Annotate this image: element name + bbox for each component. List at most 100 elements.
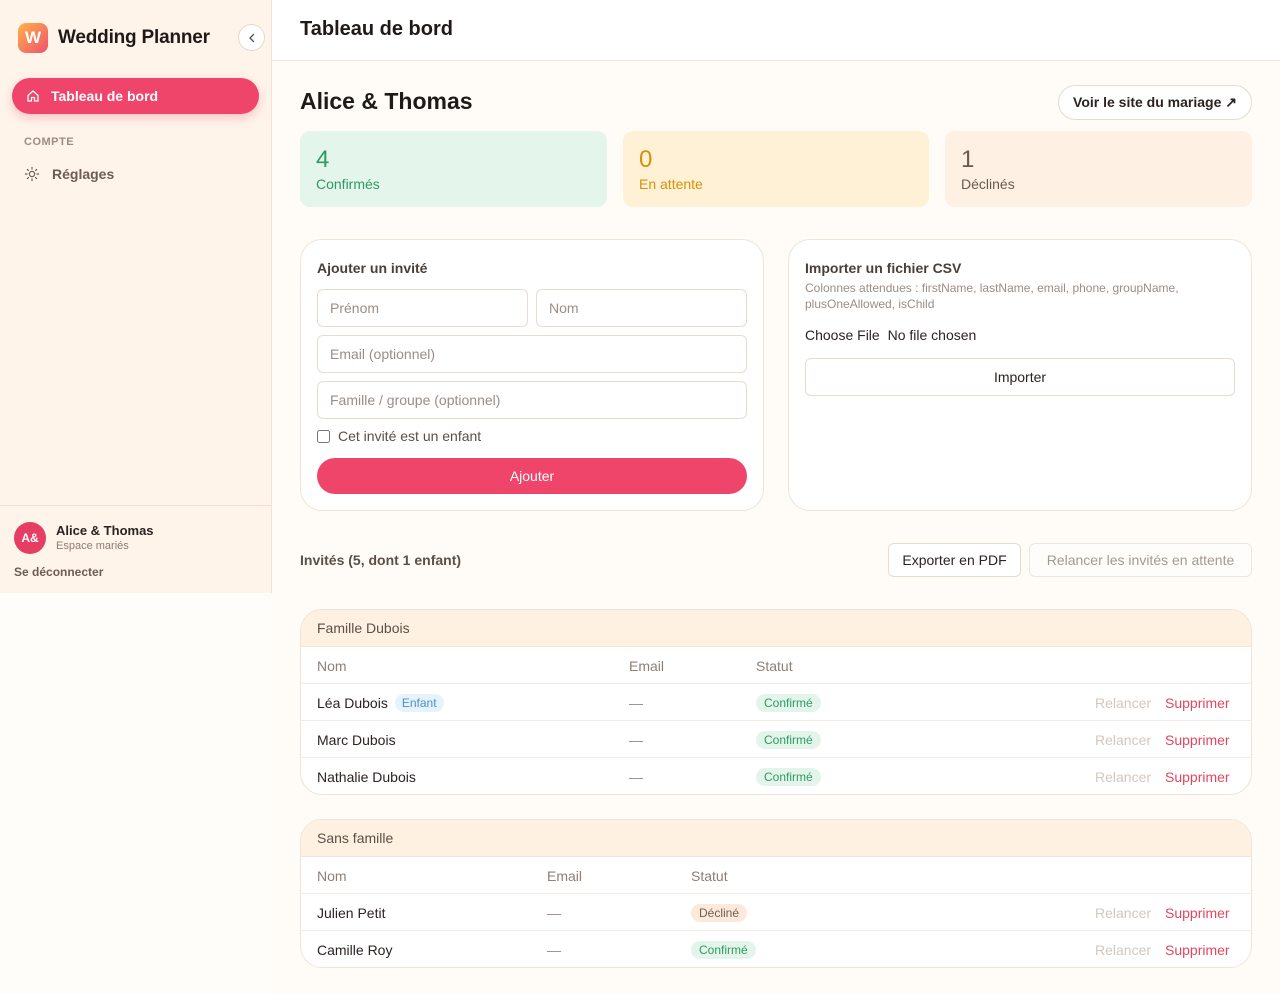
user-name: Alice & Thomas: [56, 523, 154, 538]
app-logo: W: [18, 23, 48, 53]
section-label-account: COMPTE: [24, 136, 75, 148]
guest-group-no-family: Sans famille Nom Email Statut Julien Pet…: [300, 819, 1252, 968]
home-icon: [27, 90, 39, 102]
group-name: Famille Dubois: [301, 610, 1251, 647]
remind-link[interactable]: Relancer: [1095, 758, 1151, 794]
stat-label: En attente: [639, 176, 703, 192]
remind-link[interactable]: Relancer: [1095, 721, 1151, 758]
guest-email: —: [629, 731, 643, 748]
table-header: Nom Email Statut: [301, 857, 1251, 894]
table-row: Marc Dubois — Confirmé Relancer Supprime…: [301, 721, 1251, 758]
page-title: Tableau de bord: [300, 18, 453, 40]
lastname-input[interactable]: [536, 289, 747, 327]
status-cell: Décliné: [691, 894, 748, 931]
chevron-left-icon: [248, 33, 254, 42]
stat-label: Déclinés: [961, 176, 1015, 192]
status-cell: Confirmé: [691, 931, 756, 967]
view-wedding-site-button[interactable]: Voir le site du mariage ↗: [1058, 85, 1252, 120]
stat-confirmed: 4 Confirmés: [300, 131, 607, 207]
choose-file-button[interactable]: Choose File: [805, 327, 880, 343]
checkbox-label: Cet invité est un enfant: [338, 428, 482, 444]
file-status: No file chosen: [887, 327, 977, 343]
file-input[interactable]: Choose File No file chosen: [805, 327, 976, 343]
column-header-name: Nom: [317, 657, 347, 674]
guest-email: —: [629, 768, 643, 785]
avatar: A&: [14, 522, 46, 554]
guest-group-dubois: Famille Dubois Nom Email Statut Léa Dubo…: [300, 609, 1252, 795]
sidebar: W Wedding Planner Tableau de bord COMPTE…: [0, 0, 272, 593]
delete-link[interactable]: Supprimer: [1165, 684, 1230, 721]
remind-pending-button[interactable]: Relancer les invités en attente: [1029, 543, 1252, 577]
is-child-checkbox-row[interactable]: Cet invité est un enfant: [317, 428, 481, 444]
status-badge: Décliné: [691, 903, 748, 922]
brand[interactable]: W Wedding Planner: [18, 22, 210, 54]
delete-link[interactable]: Supprimer: [1165, 721, 1230, 758]
stat-value: 4: [316, 146, 330, 173]
is-child-checkbox[interactable]: [317, 429, 330, 443]
table-row: Léa Dubois Enfant — Confirmé Relancer Su…: [301, 684, 1251, 721]
status-cell: Confirmé: [756, 758, 821, 794]
delete-link[interactable]: Supprimer: [1165, 931, 1230, 967]
sidebar-item-label: Réglages: [52, 166, 115, 182]
guest-name: Nathalie Dubois: [317, 768, 416, 785]
logout-link[interactable]: Se déconnecter: [14, 565, 103, 579]
guest-email: —: [629, 694, 643, 711]
csv-columns-hint: Colonnes attendues : firstName, lastName…: [805, 281, 1179, 311]
guest-name: Julien Petit: [317, 904, 386, 921]
remind-link[interactable]: Relancer: [1095, 894, 1151, 931]
csv-import-card: Importer un fichier CSV Colonnes attendu…: [788, 239, 1252, 511]
delete-link[interactable]: Supprimer: [1165, 894, 1230, 931]
stat-pending: 0 En attente: [623, 131, 929, 207]
status-badge: Confirmé: [691, 940, 756, 959]
couple-title: Alice & Thomas: [300, 88, 473, 114]
delete-link[interactable]: Supprimer: [1165, 758, 1230, 794]
collapse-sidebar-button[interactable]: [238, 24, 265, 51]
guest-name-cell: Léa Dubois Enfant: [317, 684, 444, 721]
add-guest-card: Ajouter un invité Cet invité est un enfa…: [300, 239, 764, 511]
settings-sun-icon: [24, 166, 40, 182]
guest-name: Marc Dubois: [317, 731, 396, 748]
main-content: Alice & Thomas Voir le site du mariage ↗…: [272, 61, 1280, 994]
column-header-status: Statut: [756, 657, 793, 674]
import-button[interactable]: Importer: [805, 358, 1235, 396]
guest-name: Camille Roy: [317, 941, 393, 958]
stat-value: 1: [961, 146, 975, 173]
stat-label: Confirmés: [316, 176, 380, 192]
status-badge: Confirmé: [756, 693, 821, 712]
remind-link[interactable]: Relancer: [1095, 931, 1151, 967]
guest-email: —: [547, 941, 561, 958]
remind-link[interactable]: Relancer: [1095, 684, 1151, 721]
sidebar-item-settings[interactable]: Réglages: [24, 163, 114, 185]
user-role: Espace mariés: [56, 540, 129, 552]
email-input[interactable]: [317, 335, 747, 373]
table-row: Nathalie Dubois — Confirmé Relancer Supp…: [301, 758, 1251, 794]
stat-declined: 1 Déclinés: [945, 131, 1252, 207]
guests-title: Invités (5, dont 1 enfant): [300, 552, 462, 568]
column-header-email: Email: [629, 657, 665, 674]
guest-email: —: [547, 904, 561, 921]
group-input[interactable]: [317, 381, 747, 419]
card-title: Importer un fichier CSV: [805, 260, 962, 276]
status-badge: Confirmé: [756, 767, 821, 786]
guest-name: Léa Dubois: [317, 694, 388, 711]
group-name: Sans famille: [301, 820, 1251, 857]
status-cell: Confirmé: [756, 684, 821, 721]
table-row: Julien Petit — Décliné Relancer Supprime…: [301, 894, 1251, 931]
column-header-status: Statut: [691, 867, 728, 884]
app-name: Wedding Planner: [58, 27, 210, 48]
column-header-email: Email: [547, 867, 583, 884]
firstname-input[interactable]: [317, 289, 528, 327]
table-header: Nom Email Statut: [301, 647, 1251, 684]
card-title: Ajouter un invité: [317, 260, 428, 276]
column-header-name: Nom: [317, 867, 347, 884]
table-row: Camille Roy — Confirmé Relancer Supprime…: [301, 931, 1251, 967]
export-pdf-button[interactable]: Exporter en PDF: [888, 543, 1021, 577]
sidebar-item-label: Tableau de bord: [51, 88, 159, 104]
sidebar-footer: A& Alice & Thomas Espace mariés Se décon…: [0, 505, 271, 593]
add-guest-button[interactable]: Ajouter: [317, 458, 747, 494]
status-badge: Confirmé: [756, 730, 821, 749]
child-badge: Enfant: [394, 693, 444, 712]
stat-value: 0: [639, 146, 653, 173]
topbar: Tableau de bord: [272, 0, 1280, 61]
sidebar-item-dashboard[interactable]: Tableau de bord: [12, 78, 259, 114]
